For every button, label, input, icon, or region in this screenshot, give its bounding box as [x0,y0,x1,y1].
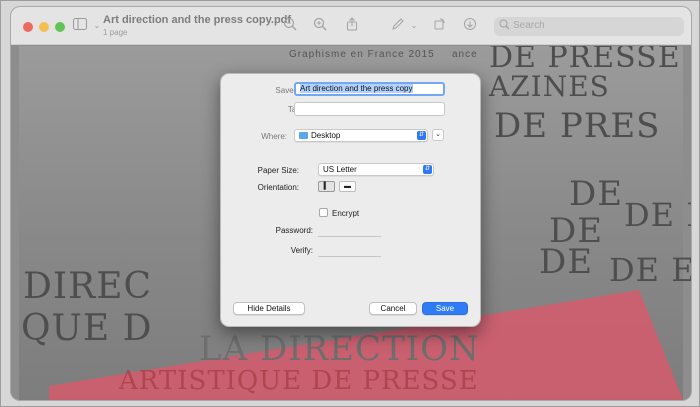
encrypt-label: Encrypt [332,209,360,218]
markup-chevron-icon[interactable]: ⌄ [405,17,423,35]
zoom-window-button[interactable] [55,22,65,32]
bg-text-que-d: QUE D [21,308,153,349]
paper-size-popup[interactable]: US Letter ⇵ [318,163,434,176]
rotate-icon[interactable] [431,17,449,35]
chevron-updown-icon: ⇵ [423,165,432,174]
share-icon[interactable] [343,17,361,35]
search-placeholder: Search [513,20,545,31]
save-dialog: Save As: Art direction and the press cop… [220,73,481,327]
search-field[interactable]: Search [494,17,684,36]
save-as-value: Art direction and the press copy [300,84,413,93]
search-icon [499,19,513,33]
bg-text-de-3: DE [539,242,594,282]
paper-size-value: US Letter [323,165,357,174]
password-label: Password: [275,226,313,235]
bg-text-direc: DIREC [23,266,153,307]
where-popup[interactable]: Desktop ⇵ [294,129,428,142]
page-header-text: Graphisme en France 2015 [289,49,435,60]
paper-size-label: Paper Size: [257,166,299,175]
annotate-circle-icon[interactable] [461,17,479,35]
bg-text-de-e-2: DE E [609,251,691,289]
save-button[interactable]: Save [422,302,468,315]
chevron-updown-icon: ⇵ [417,131,426,140]
bg-text-la-direction: LA DIRECTION [199,329,480,369]
portrait-orientation-icon[interactable]: ▍ [318,181,335,192]
encrypt-checkbox[interactable] [319,208,328,217]
zoom-in-icon[interactable] [311,17,329,35]
cancel-button[interactable]: Cancel [369,302,417,315]
bg-text-de-1: DE [569,174,624,214]
sidebar-toggle-icon[interactable] [71,17,89,35]
bg-text-de-e-1: DE E [624,196,691,234]
save-as-field[interactable]: Art direction and the press copy [294,82,445,96]
landscape-orientation-icon[interactable]: ▬ [339,181,356,192]
hide-details-button[interactable]: Hide Details [233,302,305,315]
bg-text-azines: AZINES [489,70,610,103]
title-bar: ⌄ Art direction and the press copy.pdf 1… [11,7,691,45]
bg-text-de-pres: DE PRES [494,106,661,146]
zoom-out-icon[interactable] [281,17,299,35]
verify-label: Verify: [290,246,313,255]
document-page-count: 1 page [103,28,128,37]
folder-icon [299,132,308,139]
minimize-window-button[interactable] [39,22,49,32]
where-value: Desktop [311,131,341,140]
document-title: Art direction and the press copy.pdf [103,14,292,26]
page-header-text-2: ance [452,49,478,60]
where-label: Where: [261,132,287,141]
tags-field[interactable] [294,102,445,116]
password-field[interactable] [318,223,381,237]
verify-field[interactable] [318,243,381,257]
orientation-label: Orientation: [257,183,299,192]
expand-location-button[interactable]: ⌄ [432,129,444,141]
bg-text-artistique: ARTISTIQUE DE PRESSE [119,366,479,396]
close-window-button[interactable] [23,22,33,32]
